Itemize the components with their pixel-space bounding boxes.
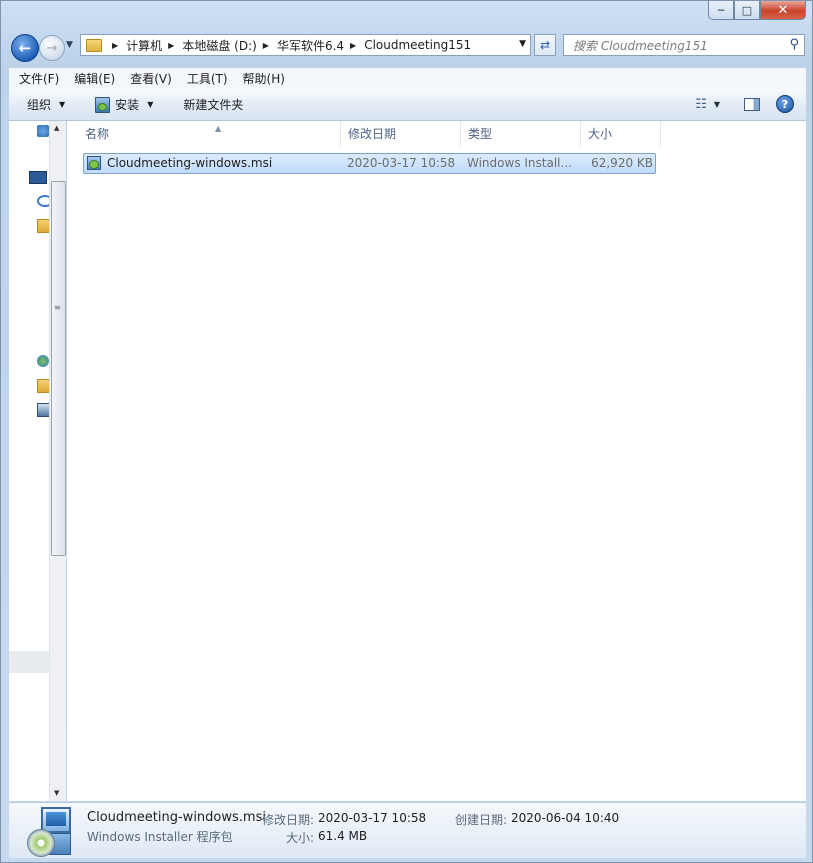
breadcrumb-item-drive-d[interactable]: 本地磁盘 (D:) xyxy=(182,37,256,54)
scroll-down-icon[interactable]: ▼ xyxy=(54,789,59,797)
column-header-type-label: 类型 xyxy=(468,127,493,141)
caption-buttons: ─ □ ✕ xyxy=(708,1,806,20)
sort-ascending-icon: ▲ xyxy=(215,124,222,133)
close-button[interactable]: ✕ xyxy=(760,1,806,20)
preview-pane-icon[interactable] xyxy=(744,97,760,111)
nav-pane-divider xyxy=(9,651,49,673)
file-modified-date: 2020-03-17 10:58 xyxy=(347,156,456,170)
explorer-window: ─ □ ✕ ← → ▼ ▶ 计算机 ▶ 本地磁盘 (D:) ▶ 华军软件6.4 … xyxy=(0,0,813,863)
search-input[interactable] xyxy=(571,36,785,56)
menu-edit[interactable]: 编辑(E) xyxy=(64,70,120,87)
chevron-down-icon: ▼ xyxy=(59,100,66,109)
column-header-name-label: 名称 xyxy=(85,127,110,141)
details-size-label: 大小: xyxy=(286,831,315,845)
address-history-dropdown[interactable]: ▼ xyxy=(519,39,526,49)
refresh-icon: ⇄ xyxy=(539,38,551,52)
column-header-size-label: 大小 xyxy=(588,127,613,141)
breadcrumb-separator-icon[interactable]: ▶ xyxy=(168,41,174,50)
desktop-icon[interactable] xyxy=(29,171,47,184)
organize-label: 组织 xyxy=(27,98,52,112)
back-arrow-icon: ← xyxy=(18,39,32,57)
file-row-selected[interactable]: Cloudmeeting-windows.msi 2020-03-17 10:5… xyxy=(83,153,656,174)
scrollbar-grip-icon: ≡ xyxy=(54,303,61,312)
file-list-pane: 名称 ▲ 修改日期 类型 大小 Cloudmeeting-windows.msi… xyxy=(67,121,806,801)
scrollbar-thumb[interactable] xyxy=(51,181,66,556)
scroll-up-icon[interactable]: ▲ xyxy=(54,124,59,132)
column-header-date-label: 修改日期 xyxy=(348,127,397,141)
forward-arrow-icon: → xyxy=(46,40,58,56)
new-folder-label: 新建文件夹 xyxy=(183,98,244,112)
homegroup-icon[interactable] xyxy=(37,355,49,367)
chevron-down-icon: ▼ xyxy=(147,100,154,109)
navigation-pane: ▲ ≡ ▼ xyxy=(9,121,66,801)
breadcrumb-separator-icon[interactable]: ▶ xyxy=(112,41,118,50)
breadcrumb: ▶ 计算机 ▶ 本地磁盘 (D:) ▶ 华军软件6.4 ▶ Cloudmeeti… xyxy=(106,37,471,54)
forward-button[interactable]: → xyxy=(39,35,65,61)
details-pane: Cloudmeeting-windows.msi Windows Install… xyxy=(9,802,806,858)
install-label: 安装 xyxy=(115,98,140,112)
breadcrumb-item-cloudmeeting[interactable]: Cloudmeeting151 xyxy=(364,38,471,52)
file-type: Windows Install... xyxy=(467,156,572,170)
toolbar-right-group: ☷ ▼ ? xyxy=(695,95,794,113)
msi-installer-large-icon xyxy=(27,807,73,857)
column-header-name[interactable]: 名称 ▲ xyxy=(78,121,341,146)
msi-installer-icon xyxy=(87,156,101,170)
address-bar[interactable]: ▶ 计算机 ▶ 本地磁盘 (D:) ▶ 华军软件6.4 ▶ Cloudmeeti… xyxy=(80,34,531,56)
folder-icon xyxy=(86,38,102,52)
back-button[interactable]: ← xyxy=(11,34,39,62)
column-headers: 名称 ▲ 修改日期 类型 大小 xyxy=(67,121,806,146)
menu-help[interactable]: 帮助(H) xyxy=(233,70,290,87)
breadcrumb-item-huajun[interactable]: 华军软件6.4 xyxy=(277,37,344,54)
menu-view[interactable]: 查看(V) xyxy=(120,70,177,87)
menu-file[interactable]: 文件(F) xyxy=(9,70,64,87)
details-created-value: 2020-06-04 10:40 xyxy=(511,811,620,825)
minimize-button[interactable]: ─ xyxy=(708,1,734,20)
recent-pages-dropdown[interactable]: ▼ xyxy=(66,40,73,50)
installer-icon xyxy=(95,96,111,113)
chevron-down-icon: ▼ xyxy=(66,40,73,50)
search-box[interactable]: ⚲ xyxy=(563,34,805,56)
refresh-button[interactable]: ⇄ xyxy=(534,34,556,56)
view-dropdown-icon[interactable]: ▼ xyxy=(714,100,720,109)
column-header-type[interactable]: 类型 xyxy=(461,121,581,146)
help-icon[interactable]: ? xyxy=(776,95,794,113)
maximize-button[interactable]: □ xyxy=(734,1,760,20)
column-header-date[interactable]: 修改日期 xyxy=(341,121,461,146)
search-icon[interactable]: ⚲ xyxy=(789,37,799,52)
details-modified-value: 2020-03-17 10:58 xyxy=(318,811,427,825)
menu-bar: 文件(F) 编辑(E) 查看(V) 工具(T) 帮助(H) xyxy=(9,67,806,89)
organize-button[interactable]: 组织 ▼ xyxy=(27,96,65,113)
change-view-icon[interactable]: ☷ xyxy=(695,97,707,112)
column-header-size[interactable]: 大小 xyxy=(581,121,661,146)
breadcrumb-separator-icon[interactable]: ▶ xyxy=(263,41,269,50)
navigation-bar: ← → ▼ ▶ 计算机 ▶ 本地磁盘 (D:) ▶ 华军软件6.4 ▶ Clou… xyxy=(1,30,812,62)
details-size-value: 61.4 MB xyxy=(318,829,368,843)
nav-pane-scrollbar[interactable]: ▲ ≡ ▼ xyxy=(49,121,66,801)
breadcrumb-separator-icon[interactable]: ▶ xyxy=(350,41,356,50)
details-created-label: 创建日期: xyxy=(455,813,508,827)
command-bar: 组织 ▼ 安装 ▼ 新建文件夹 ☷ ▼ ? xyxy=(9,89,806,121)
file-name: Cloudmeeting-windows.msi xyxy=(107,156,273,170)
details-file-type: Windows Installer 程序包 xyxy=(87,830,233,844)
details-modified-label: 修改日期: xyxy=(262,813,315,827)
new-folder-button[interactable]: 新建文件夹 xyxy=(183,96,243,113)
favorites-star-icon[interactable] xyxy=(37,125,49,137)
menu-tools[interactable]: 工具(T) xyxy=(177,70,233,87)
details-file-name: Cloudmeeting-windows.msi xyxy=(87,810,266,825)
breadcrumb-item-computer[interactable]: 计算机 xyxy=(126,37,162,54)
install-button[interactable]: 安装 ▼ xyxy=(95,96,153,113)
file-size: 62,920 KB xyxy=(591,156,653,170)
